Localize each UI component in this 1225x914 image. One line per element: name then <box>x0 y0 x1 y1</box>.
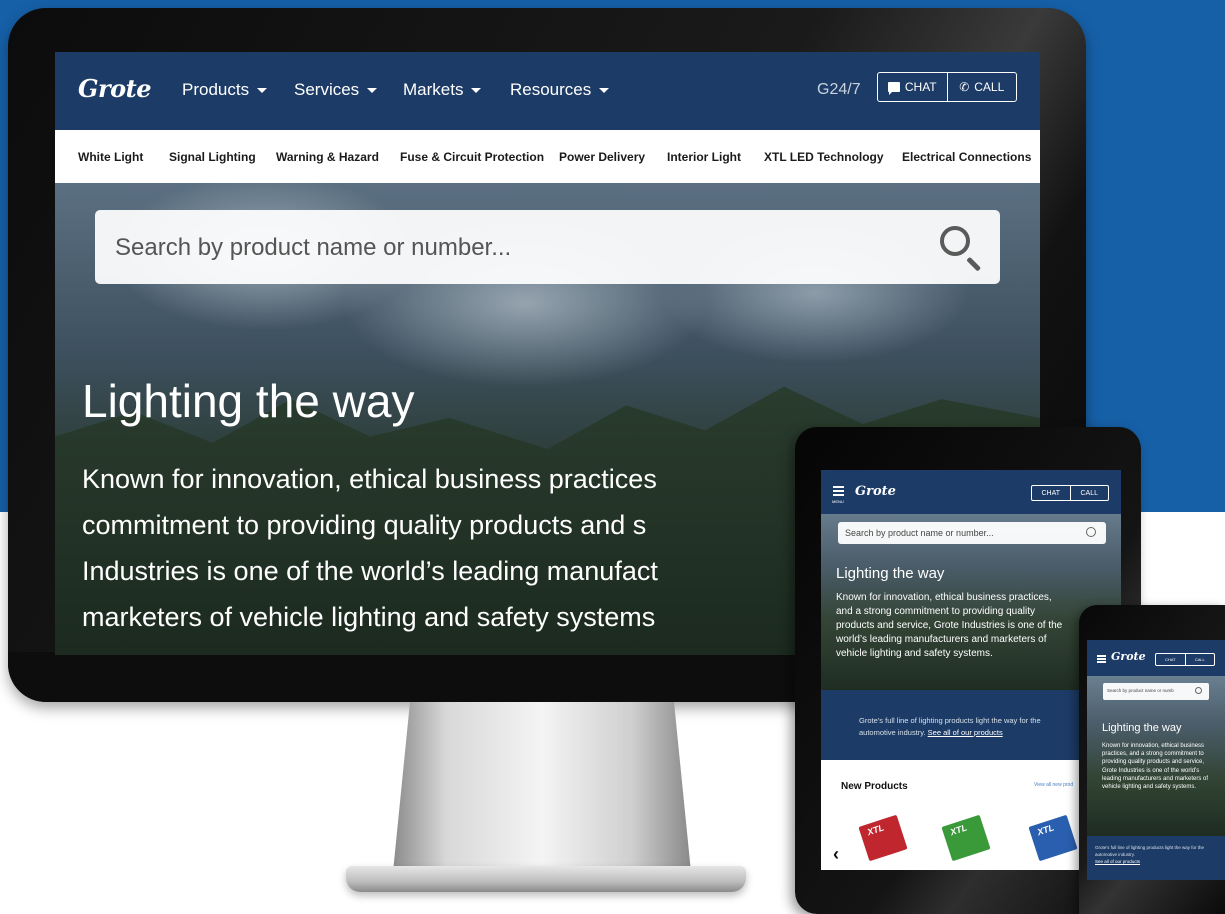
band-text: Grote’s full line of lighting products l… <box>859 716 1041 737</box>
hero-title: Lighting the way <box>836 565 945 582</box>
phone-screen: Grote CHAT CALL Search by product name o… <box>1087 640 1225 880</box>
tablet-navbar: MENU Grote CHAT CALL <box>821 470 1121 514</box>
carousel-prev-icon[interactable]: ‹ <box>833 844 839 865</box>
category-bar: White Light Signal Lighting Warning & Ha… <box>55 130 1040 183</box>
menu-label: MENU <box>832 499 844 504</box>
menu-icon[interactable] <box>1097 655 1106 657</box>
contact-group: CHAT CALL <box>1031 485 1109 501</box>
search-icon[interactable] <box>1086 527 1096 537</box>
grote-logo[interactable]: Grote <box>855 484 896 499</box>
category-xtl-led[interactable]: XTL LED Technology <box>764 150 884 164</box>
see-all-products-link[interactable]: See all of our products <box>1095 859 1140 864</box>
chevron-down-icon <box>599 88 610 94</box>
search-input[interactable]: Search by product name or number... <box>95 210 1000 284</box>
hero-section: Search by product name or numb Lighting … <box>1087 676 1225 836</box>
category-fuse-circuit[interactable]: Fuse & Circuit Protection <box>400 150 544 164</box>
product-card[interactable]: XTL <box>941 814 991 862</box>
hero-text: Known for innovation, ethical business p… <box>836 592 1063 659</box>
menu-resources[interactable]: Resources <box>510 80 610 100</box>
search-input[interactable]: Search by product name or numb <box>1103 683 1209 700</box>
monitor-stand-base <box>346 866 746 892</box>
chevron-down-icon <box>471 88 482 94</box>
search-placeholder: Search by product name or number... <box>115 234 512 261</box>
menu-icon[interactable] <box>833 486 844 488</box>
grote-logo[interactable]: Grote <box>78 74 152 103</box>
category-warning-hazard[interactable]: Warning & Hazard <box>276 150 379 164</box>
monitor-stand <box>392 702 692 882</box>
hero-title: Lighting the way <box>1102 722 1182 734</box>
phone-icon: ✆ <box>959 80 970 94</box>
hero-title: Lighting the way <box>82 375 415 427</box>
view-all-link[interactable]: View all new prod <box>1034 782 1073 788</box>
category-interior-light[interactable]: Interior Light <box>667 150 741 164</box>
chevron-down-icon <box>367 88 378 94</box>
menu-markets[interactable]: Markets <box>403 80 482 100</box>
category-white-light[interactable]: White Light <box>78 150 143 164</box>
hero-text: Known for innovation, ethical business p… <box>1102 743 1209 791</box>
product-card[interactable]: XTL <box>1028 814 1078 862</box>
chat-button[interactable]: CHAT <box>1032 486 1070 500</box>
search-input[interactable]: Search by product name or number... <box>838 522 1106 544</box>
product-card[interactable]: XTL <box>858 814 908 862</box>
new-products-heading: New Products <box>841 781 908 792</box>
tablet-screen: MENU Grote CHAT CALL Search by product n… <box>821 470 1121 870</box>
contact-group: CHAT CALL <box>1155 653 1215 666</box>
menu-products[interactable]: Products <box>182 80 268 100</box>
see-all-products-link[interactable]: See all of our products <box>928 728 1003 737</box>
chat-icon <box>887 82 900 95</box>
g247-link[interactable]: G24/7 <box>817 81 861 99</box>
category-signal-lighting[interactable]: Signal Lighting <box>169 150 256 164</box>
menu-services[interactable]: Services <box>294 80 378 100</box>
call-button[interactable]: CALL <box>1069 486 1109 500</box>
products-band: Grote’s full line of lighting products l… <box>821 690 1121 760</box>
band-text: Grote’s full line of lighting products l… <box>1095 845 1204 864</box>
hero-section: Search by product name or number... Ligh… <box>821 514 1121 690</box>
chat-button[interactable]: CHAT <box>878 73 947 101</box>
category-electrical-connections[interactable]: Electrical Connections <box>902 150 1031 164</box>
chat-button[interactable]: CHAT <box>1156 654 1185 665</box>
chevron-down-icon <box>257 88 268 94</box>
search-icon[interactable] <box>1195 687 1202 694</box>
category-power-delivery[interactable]: Power Delivery <box>559 150 645 164</box>
search-placeholder: Search by product name or number... <box>845 528 994 538</box>
desktop-navbar: Grote Products Services Markets Resource… <box>55 52 1040 130</box>
call-button[interactable]: CALL <box>1184 654 1215 665</box>
search-icon[interactable] <box>940 226 970 256</box>
call-button[interactable]: ✆ CALL <box>946 73 1017 101</box>
contact-group: CHAT ✆ CALL <box>877 72 1017 102</box>
grote-logo[interactable]: Grote <box>1111 650 1146 663</box>
search-placeholder: Search by product name or numb <box>1107 688 1174 693</box>
